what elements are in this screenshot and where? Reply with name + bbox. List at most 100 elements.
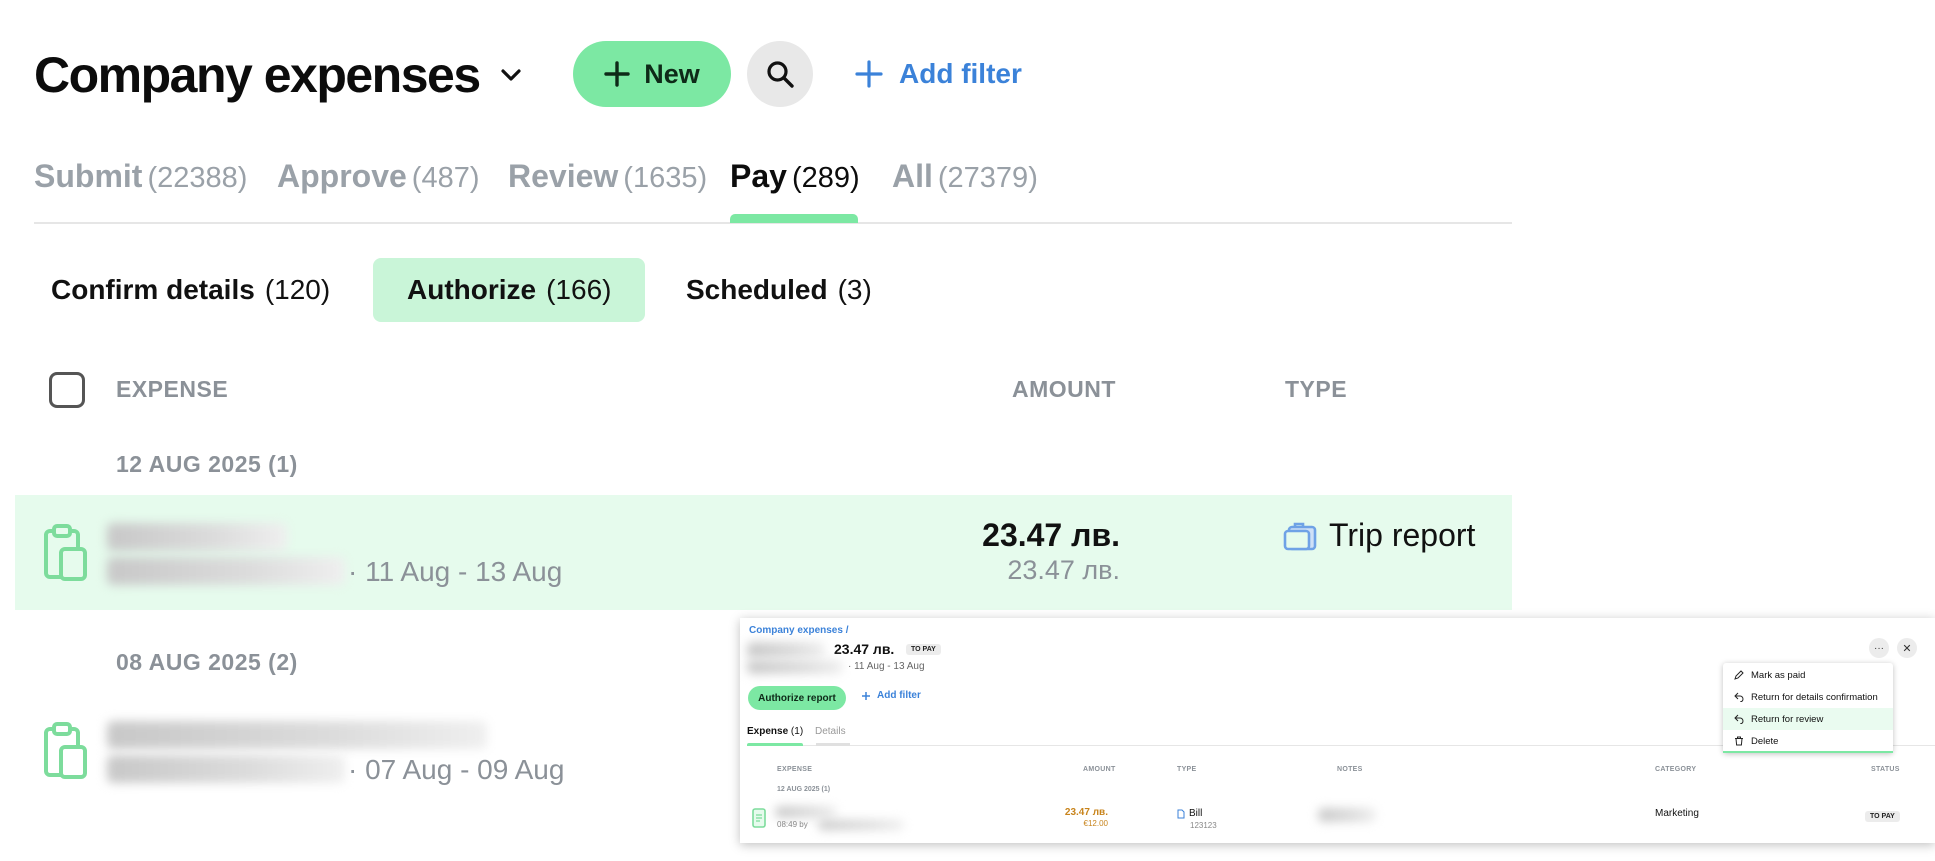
preview-column-category[interactable]: CATEGORY <box>1655 766 1696 773</box>
menu-item-mark-as-paid[interactable]: Mark as paid <box>1723 664 1893 686</box>
preview-column-type[interactable]: TYPE <box>1177 766 1196 773</box>
redacted-expense-detail <box>107 755 345 783</box>
preview-tab-expense[interactable]: Expense (1) <box>747 726 803 737</box>
subtab-label: Scheduled <box>686 274 828 305</box>
file-icon <box>1177 809 1185 818</box>
expense-date-range: · 11 Aug - 13 Aug <box>348 556 563 587</box>
add-filter-button[interactable]: Add filter <box>855 48 1022 100</box>
pencil-icon <box>1734 670 1744 680</box>
expense-preview-panel: Company expenses / 23.47 лв. TO PAY · 11… <box>740 618 1935 843</box>
column-header-amount[interactable]: AMOUNT <box>1012 376 1116 403</box>
menu-item-label: Delete <box>1751 735 1779 747</box>
new-button-label: New <box>644 58 700 89</box>
page-header: Company expenses <box>34 40 526 110</box>
tab-review[interactable]: Review (1635) <box>508 158 707 195</box>
subtab-count: (166) <box>546 274 612 305</box>
menu-accent-bar <box>1723 751 1893 753</box>
report-amount: 23.47 лв. <box>834 641 895 657</box>
select-all-checkbox[interactable] <box>49 372 85 408</box>
report-date-range: · 11 Aug - 13 Aug <box>848 661 925 672</box>
clipboard-icon <box>44 722 87 779</box>
search-icon <box>767 61 794 88</box>
column-header-type[interactable]: TYPE <box>1285 376 1347 403</box>
return-icon <box>1734 714 1744 724</box>
page-title: Company expenses <box>34 47 481 103</box>
return-icon <box>1734 692 1744 702</box>
tab-all[interactable]: All (27379) <box>892 158 1038 195</box>
tab-label: Approve <box>277 158 407 194</box>
redacted-preview-expense <box>775 806 837 818</box>
date-group-label: 08 AUG 2025 (2) <box>116 649 298 675</box>
menu-item-label: Return for details confirmation <box>1751 691 1878 703</box>
add-filter-label: Add filter <box>899 58 1022 89</box>
trash-icon <box>1735 736 1743 746</box>
tab-approve[interactable]: Approve (487) <box>277 158 480 195</box>
close-icon: ✕ <box>1902 642 1912 655</box>
date-group-label: 12 AUG 2025 (1) <box>116 451 298 477</box>
close-button[interactable]: ✕ <box>1897 638 1917 658</box>
tab-count: (22388) <box>147 162 248 194</box>
more-icon: ··· <box>1874 642 1884 654</box>
menu-item-return-for-details-confirmation[interactable]: Return for details confirmation <box>1723 686 1893 708</box>
preview-add-filter-label: Add filter <box>877 690 921 701</box>
clipboard-icon <box>44 524 87 581</box>
preview-column-amount[interactable]: AMOUNT <box>1083 766 1116 773</box>
tab-label: Review <box>508 158 619 194</box>
preview-tab-indicator <box>816 743 850 746</box>
tab-count: (27379) <box>937 162 1038 194</box>
expense-amount: 23.47 лв. <box>982 517 1120 553</box>
subtab-scheduled[interactable]: Scheduled (3) <box>670 258 888 322</box>
preview-expense-category: Marketing <box>1655 808 1699 819</box>
preview-column-expense[interactable]: EXPENSE <box>777 766 812 773</box>
subtab-label: Confirm details <box>51 274 255 305</box>
search-button[interactable] <box>747 41 813 107</box>
preview-expense-amount: 23.47 лв. <box>1064 807 1108 818</box>
main-tabs: Submit (22388) Approve (487) Review (1635) … <box>34 150 1512 224</box>
more-options-button[interactable]: ··· <box>1869 638 1889 658</box>
breadcrumb[interactable]: Company expenses / <box>749 625 848 636</box>
menu-item-label: Return for review <box>1751 713 1824 725</box>
menu-item-return-for-review[interactable]: Return for review <box>1723 708 1893 730</box>
tab-pay[interactable]: Pay (289) <box>730 158 860 195</box>
redacted-expense-detail <box>107 557 345 585</box>
active-tab-indicator <box>730 214 858 223</box>
tab-submit[interactable]: Submit (22388) <box>34 158 247 195</box>
plus-icon <box>855 60 883 88</box>
tab-label: All <box>892 158 933 194</box>
expense-amount-secondary: 23.47 лв. <box>1007 555 1120 585</box>
document-icon <box>752 808 766 828</box>
column-header-expense[interactable]: EXPENSE <box>116 376 228 403</box>
redacted-expense-name <box>107 721 487 749</box>
preview-date-group-label: 12 AUG 2025 (1) <box>777 786 831 793</box>
subtab-authorize[interactable]: Authorize (166) <box>373 258 646 322</box>
suitcase-icon <box>1283 522 1317 550</box>
redacted-preview-author <box>818 820 904 830</box>
preview-bill-number: 123123 <box>1190 821 1217 830</box>
preview-tab-details[interactable]: Details <box>815 726 846 737</box>
new-button[interactable]: New <box>573 41 731 107</box>
actions-menu: Mark as paid Return for details confirma… <box>1723 663 1893 753</box>
table-row[interactable]: · 11 Aug - 13 Aug 23.47 лв. 23.47 лв. Tr… <box>15 495 1512 610</box>
subtab-count: (120) <box>264 274 331 305</box>
preview-expense-time: 08:49 by <box>777 820 808 829</box>
redacted-report-name <box>747 642 825 658</box>
chevron-down-icon[interactable] <box>500 62 526 88</box>
preview-active-tab-indicator <box>747 743 803 746</box>
preview-expense-type-label: Bill <box>1189 808 1203 819</box>
subtab-confirm-details[interactable]: Confirm details (120) <box>35 258 346 322</box>
preview-expense-amount-secondary: €12.00 <box>1083 819 1108 828</box>
preview-column-status[interactable]: STATUS <box>1871 766 1900 773</box>
menu-item-delete[interactable]: Delete <box>1723 730 1893 752</box>
tab-count: (289) <box>791 162 860 194</box>
expense-date-range: · 07 Aug - 09 Aug <box>348 754 565 785</box>
subtab-count: (3) <box>837 274 872 305</box>
preview-column-notes[interactable]: NOTES <box>1337 766 1363 773</box>
tab-label: Submit <box>34 158 143 194</box>
authorize-report-button[interactable]: Authorize report <box>748 686 846 710</box>
tab-count: (1635) <box>623 162 708 194</box>
menu-item-label: Mark as paid <box>1751 669 1806 681</box>
redacted-expense-name <box>107 523 287 551</box>
plus-icon <box>604 61 630 87</box>
preview-expense-type: Bill <box>1177 808 1202 819</box>
preview-add-filter-button[interactable]: Add filter <box>861 690 921 701</box>
